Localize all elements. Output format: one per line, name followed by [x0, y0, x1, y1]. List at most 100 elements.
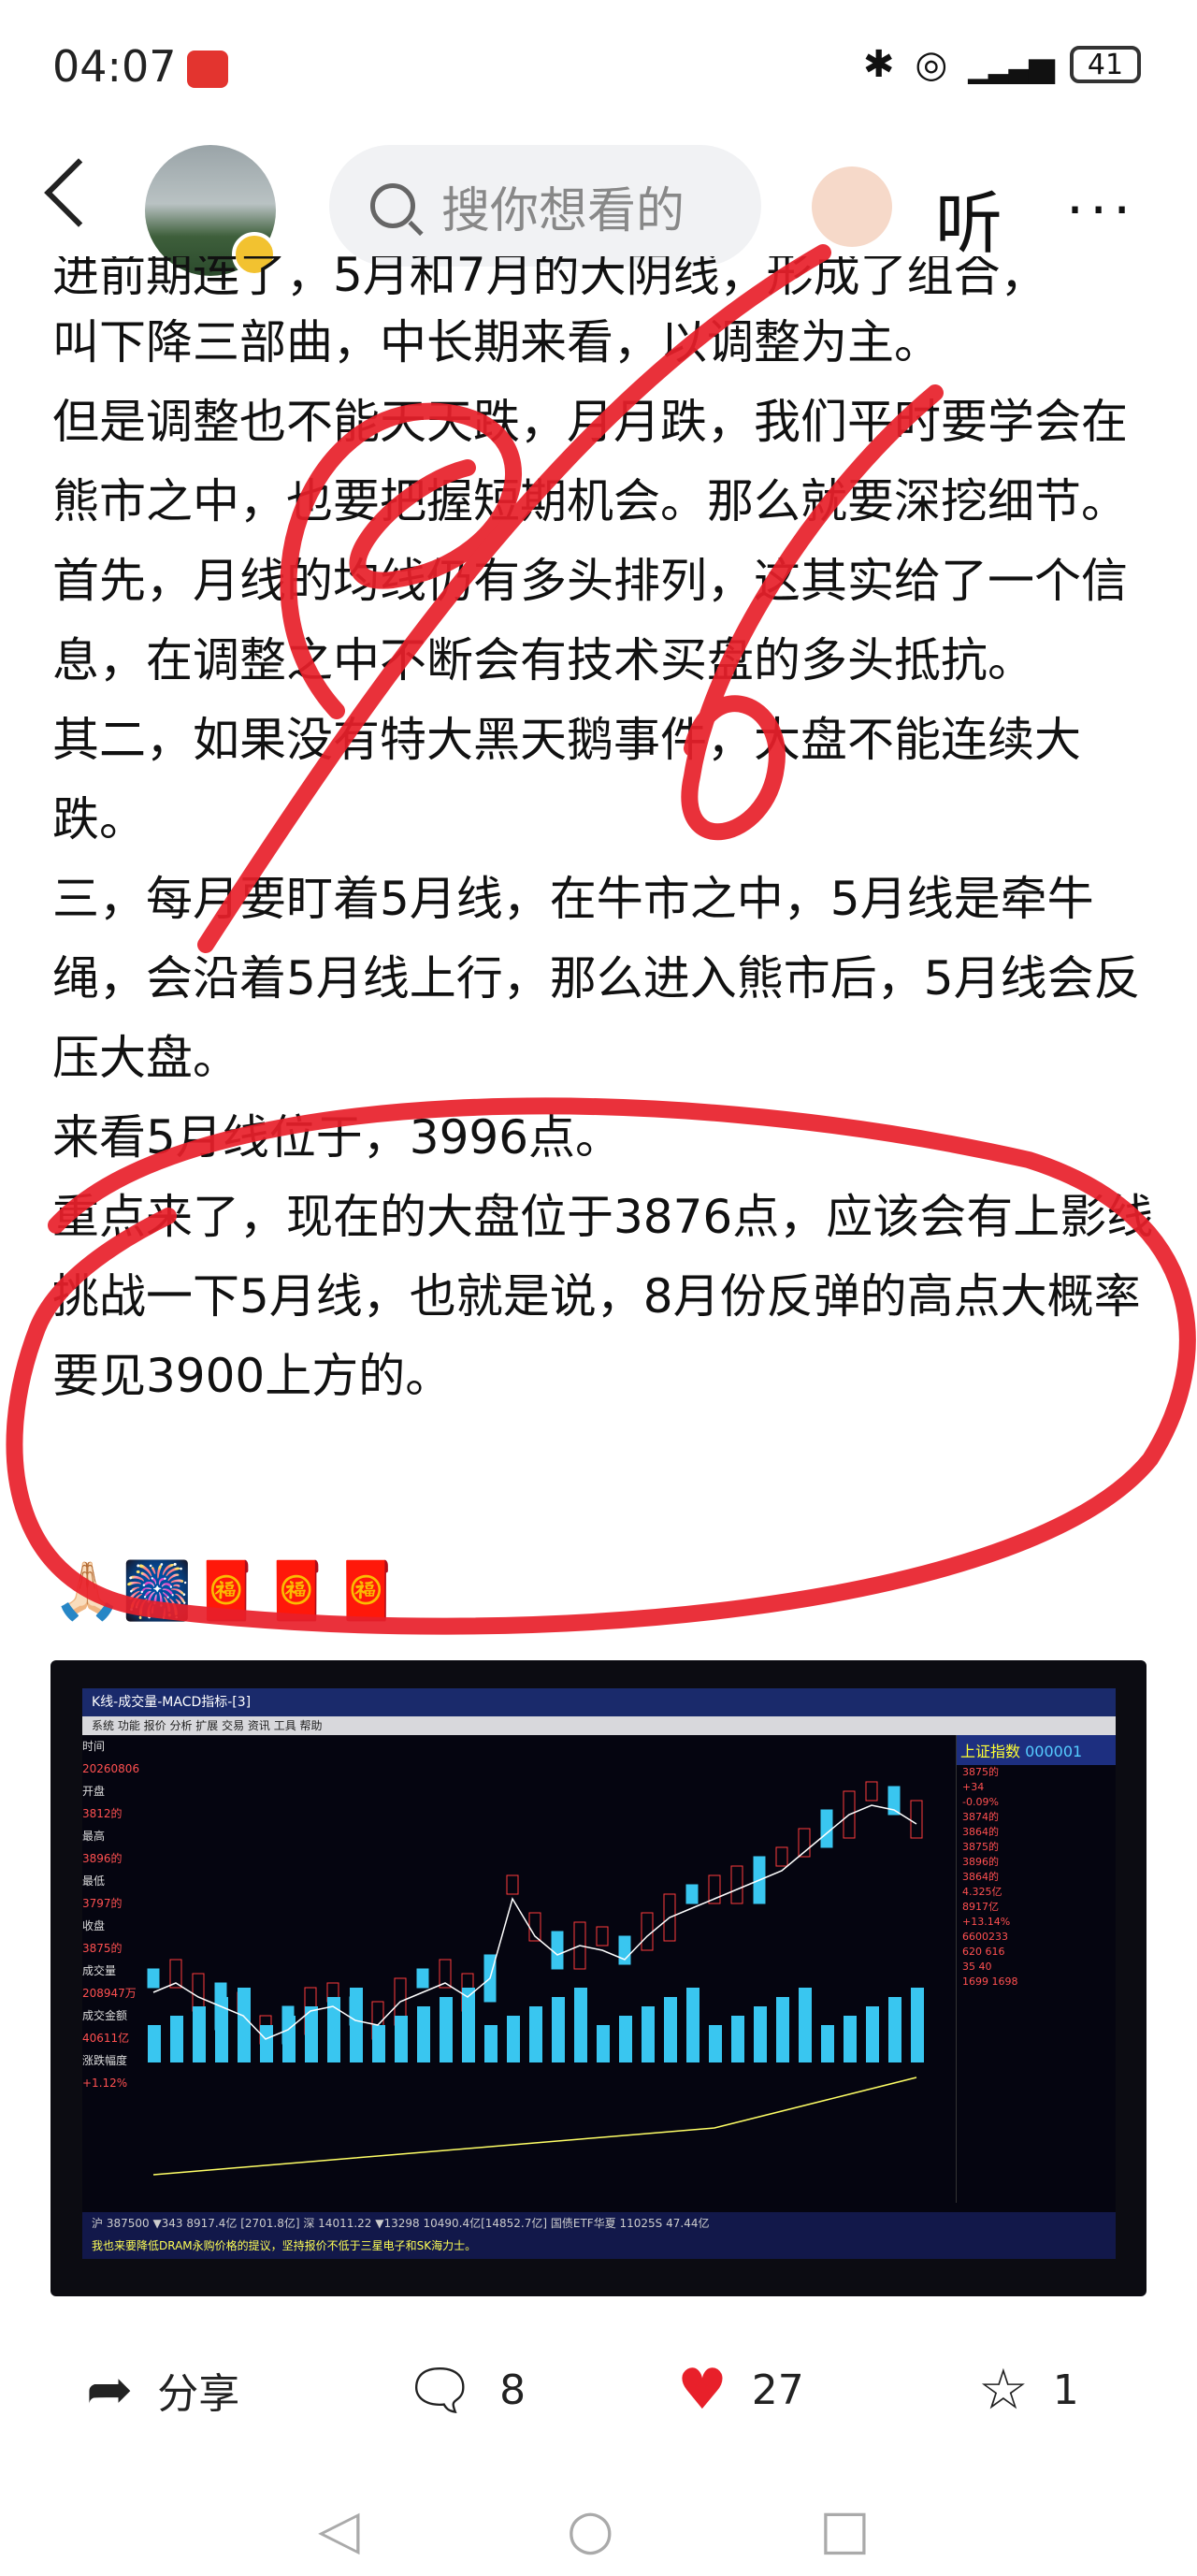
volume-bar: [731, 2016, 744, 2062]
status-icons: ✱ ◎ ▁▂▃▅ 41: [863, 43, 1141, 86]
candle: [416, 1968, 429, 1989]
comment-icon: 🗨: [404, 2358, 476, 2424]
volume-bar: [754, 2006, 767, 2062]
screen-right-value: 3864的: [962, 1871, 999, 1883]
screen-left-label: +1.12%: [82, 2077, 128, 2090]
candle: [506, 1874, 519, 1895]
share-button[interactable]: ➦ 分享: [86, 2357, 239, 2423]
volume-bar: [664, 1997, 677, 2062]
volume-bar: [866, 2006, 879, 2062]
volume-bar: [686, 1988, 699, 2062]
screen-right-panel: 上证指数 000001 3875的 +34 -0.09% 3874的 3864的 3875…: [956, 1735, 1116, 2203]
screen-ticker: 我也来要降低DRAM永购价格的提议，坚持报价不低于三星电子和SK海力士。: [92, 2239, 477, 2252]
screen-right-value: +34: [962, 1781, 985, 1793]
article-line-partial: 进前期连了，5月和7月的大阴线，形成了组合，: [52, 256, 1047, 302]
nav-home-icon[interactable]: ○: [567, 2497, 614, 2561]
screen-left-label: 成交量: [82, 1964, 117, 1977]
volume-bar: [709, 2025, 722, 2062]
action-bar: ➦ 分享 🗨 8 ♥ 27 ☆ 1: [0, 2338, 1197, 2432]
article-paragraph: 重点来了，现在的大盘位于3876点，应该会有上影线挑战一下5月线，也就是说，8月…: [52, 1190, 1154, 1403]
back-button[interactable]: [44, 158, 113, 227]
screen-left-label: 涨跌幅度: [82, 2054, 128, 2067]
bluetooth-icon: ✱: [862, 43, 895, 86]
screen-left-label: 最高: [82, 1830, 106, 1843]
volume-bar: [552, 1997, 565, 2062]
signal-icon: ▁▂▃▅: [968, 45, 1055, 84]
candle: [596, 1926, 609, 1946]
index-code: 000001: [1025, 1743, 1083, 1760]
volume-bar: [776, 1997, 789, 2062]
screen-left-label: 时间: [82, 1740, 106, 1753]
battery-icon: 41: [1070, 46, 1141, 83]
volume-bar: [642, 2006, 655, 2062]
volume-bar: [462, 1988, 475, 2062]
candle: [685, 1884, 699, 1904]
hotspot-icon: ◎: [915, 43, 948, 86]
screen-title: K线-成交量-MACD指标-[3]: [82, 1688, 1116, 1716]
volume-bar: [193, 2006, 206, 2062]
volume-bar: [170, 2016, 183, 2062]
screen-left-label: 3797的: [82, 1897, 123, 1910]
candle: [147, 1968, 160, 1989]
star-icon: ☆: [978, 2357, 1029, 2423]
status-time: 04:07: [52, 41, 177, 92]
volume-bar: [888, 1997, 901, 2062]
search-icon: [370, 183, 415, 228]
heart-icon: ♥: [677, 2357, 728, 2423]
candle: [641, 1912, 654, 1951]
favorite-button[interactable]: ☆ 1: [978, 2357, 1079, 2423]
screen-left-label: 收盘: [82, 1919, 106, 1932]
candle: [730, 1865, 743, 1904]
chart-photo[interactable]: K线-成交量-MACD指标-[3] 系统 功能 报价 分析 扩展 交易 资讯 工…: [50, 1660, 1147, 2296]
screen-right-value: 620 616: [962, 1946, 1005, 1958]
article-paragraph: 其二，如果没有特大黑天鹅事件，大盘不能连续大跌。: [52, 713, 1081, 847]
share-label: 分享: [157, 2370, 240, 2418]
volume-bar: [148, 2025, 161, 2062]
candle: [910, 1800, 923, 1839]
screen-right-value: 3875的: [962, 1841, 999, 1853]
screen-quote-line: 沪 387500 ▼343 8917.4亿 [2701.8亿] 深 14011.…: [92, 2217, 710, 2230]
nav-recents-icon[interactable]: □: [819, 2497, 871, 2561]
kline-chart: [147, 1781, 924, 2176]
screen-right-value: 35 40: [962, 1961, 992, 1973]
listen-button[interactable]: 听: [935, 168, 1002, 267]
system-nav-bar: ◁ ○ □: [0, 2469, 1197, 2563]
macd-line: [152, 2077, 917, 2176]
screen-left-label: 成交金额: [82, 2009, 128, 2022]
search-bar[interactable]: 搜你想看的: [329, 145, 761, 267]
share-icon: ➦: [86, 2357, 134, 2423]
volume-bar: [440, 1997, 453, 2062]
screen-right-value: +13.14%: [962, 1916, 1011, 1928]
favorite-count: 1: [1052, 2366, 1079, 2414]
nav-back-icon[interactable]: ◁: [318, 2497, 360, 2561]
candle: [820, 1809, 833, 1848]
candle: [865, 1781, 878, 1802]
like-count: 27: [751, 2366, 804, 2414]
volume-bar: [911, 1988, 924, 2062]
volume-bar: [529, 2006, 542, 2062]
article-body: 进前期连了，5月和7月的大阴线，形成了组合， 叫下降三部曲，中长期来看，以调整为…: [52, 256, 1156, 1416]
screen-right-value: 4.325亿: [962, 1886, 1002, 1898]
trading-screen: K线-成交量-MACD指标-[3] 系统 功能 报价 分析 扩展 交易 资讯 工…: [82, 1688, 1116, 2259]
screen-left-label: 208947万: [82, 1987, 137, 2000]
volume-bar: [574, 1988, 587, 2062]
comment-button[interactable]: 🗨 8: [404, 2357, 526, 2424]
more-button[interactable]: ···: [1066, 178, 1136, 243]
screen-right-value: 3874的: [962, 1811, 999, 1823]
emoji-row: 🙏🏻🎆🧧🧧🧧: [52, 1558, 402, 1624]
volume-bar: [238, 1988, 251, 2062]
comment-count: 8: [499, 2366, 526, 2414]
article-paragraph: 来看5月线位于，3996点。: [52, 1110, 623, 1165]
screen-right-value: 8917亿: [962, 1901, 999, 1913]
screen-left-label: 3896的: [82, 1852, 123, 1865]
volume-bar: [417, 2006, 430, 2062]
volume-bar: [395, 2016, 408, 2062]
like-button[interactable]: ♥ 27: [677, 2357, 804, 2423]
screen-left-label: 40611亿: [82, 2032, 130, 2045]
volume-bar: [507, 2016, 520, 2062]
volume-bar: [372, 2025, 385, 2062]
article-paragraph: 叫下降三部曲，中长期来看，以调整为主。: [52, 315, 941, 369]
volume-bar: [844, 2016, 857, 2062]
screen-right-value: 1699 1698: [962, 1975, 1018, 1988]
listen-avatar-icon[interactable]: [812, 166, 892, 247]
